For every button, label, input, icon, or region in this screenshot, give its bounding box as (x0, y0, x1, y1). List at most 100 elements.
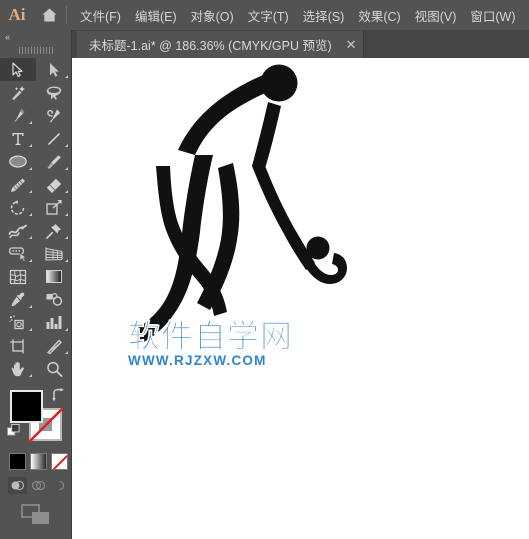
draw-behind-icon (31, 480, 46, 491)
flyout-indicator-icon (29, 144, 32, 147)
menu-item-window[interactable]: 窗口(W) (463, 3, 522, 28)
color-mode-buttons (0, 448, 71, 470)
draw-inside-mode[interactable] (50, 477, 69, 494)
tool-pencil[interactable] (0, 173, 36, 196)
menu-item-effect[interactable]: 效果(C) (351, 3, 407, 28)
tool-shape-builder[interactable] (0, 242, 36, 265)
artboard-icon (10, 338, 24, 353)
flyout-indicator-icon (65, 236, 68, 239)
document-tab-bar: 未标题-1.ai* @ 186.36% (CMYK/GPU 预览) ✕ (72, 30, 529, 58)
flyout-indicator-icon (29, 167, 32, 170)
flyout-indicator-icon (29, 305, 32, 308)
type-t-icon (12, 132, 24, 145)
flyout-indicator-icon (65, 259, 68, 262)
tool-gradient[interactable] (36, 265, 72, 288)
flyout-indicator-icon (65, 167, 68, 170)
tool-line-segment[interactable] (36, 127, 72, 150)
drawing-mode-buttons (0, 470, 71, 494)
flyout-indicator-icon (65, 351, 68, 354)
tool-selection[interactable] (0, 58, 36, 81)
close-icon[interactable]: ✕ (346, 38, 357, 51)
flyout-indicator-icon (65, 190, 68, 193)
symbol-sprayer-icon (9, 315, 24, 329)
panel-drag-grip[interactable] (0, 44, 71, 56)
tool-artboard[interactable] (0, 334, 36, 357)
menu-item-object[interactable]: 对象(O) (184, 3, 241, 28)
scale-icon (46, 199, 62, 215)
field-hockey-player-pictogram[interactable] (72, 58, 529, 539)
rotate-icon (10, 199, 25, 215)
document-tab[interactable]: 未标题-1.ai* @ 186.36% (CMYK/GPU 预览) ✕ (77, 31, 364, 58)
swap-fill-stroke-icon[interactable] (51, 388, 65, 402)
pen-icon (13, 108, 25, 122)
tool-pen[interactable] (0, 104, 36, 127)
menu-bar: Ai 文件(F) 编辑(E) 对象(O) 文字(T) 选择(S) 效果(C) 视… (0, 0, 529, 30)
tool-column-graph[interactable] (36, 311, 72, 334)
draw-normal-icon (11, 480, 25, 491)
menu-item-type[interactable]: 文字(T) (241, 3, 296, 28)
menu-divider (66, 6, 67, 24)
fill-swatch[interactable] (10, 390, 43, 423)
perspective-grid-icon (45, 247, 63, 260)
collapse-panel-button[interactable]: « (0, 30, 71, 44)
fill-stroke-controls (0, 386, 71, 448)
curvature-icon (47, 109, 61, 122)
tool-paintbrush[interactable] (36, 150, 72, 173)
menu-item-select[interactable]: 选择(S) (296, 3, 352, 28)
menu-item-file[interactable]: 文件(F) (73, 3, 128, 28)
paintbrush-icon (47, 154, 61, 169)
default-fill-stroke-icon[interactable] (7, 424, 20, 437)
eyedropper-icon (11, 292, 25, 306)
tool-direct-selection[interactable] (36, 58, 72, 81)
blend-icon (46, 292, 63, 306)
lasso-icon (46, 86, 62, 100)
hand-icon (11, 361, 24, 376)
bar-graph-icon (46, 316, 62, 329)
tool-eraser[interactable] (36, 173, 72, 196)
pushpin-icon (46, 223, 61, 239)
tool-zoom[interactable] (36, 357, 72, 380)
tool-slice[interactable] (36, 334, 72, 357)
tool-type[interactable] (0, 127, 36, 150)
tools-panel: « (0, 30, 72, 539)
tool-eyedropper[interactable] (0, 288, 36, 311)
document-canvas[interactable]: 软件自学网 WWW.RJZXW.COM (72, 58, 529, 539)
tool-ellipse[interactable] (0, 150, 36, 173)
change-screen-mode-button[interactable] (0, 494, 71, 526)
tool-warp[interactable] (0, 219, 36, 242)
tool-rotate[interactable] (0, 196, 36, 219)
draw-normal-mode[interactable] (8, 477, 27, 494)
ai-logo: Ai (8, 5, 26, 24)
menu-item-view[interactable]: 视图(V) (408, 3, 464, 28)
flyout-indicator-icon (29, 236, 32, 239)
color-mode-none[interactable] (51, 453, 68, 470)
tool-curvature[interactable] (36, 104, 72, 127)
tool-perspective-grid[interactable] (36, 242, 72, 265)
tool-magic-wand[interactable] (0, 81, 36, 104)
flyout-indicator-icon (65, 328, 68, 331)
tool-blend[interactable] (36, 288, 72, 311)
grip-lines-icon (18, 46, 53, 54)
flyout-indicator-icon (29, 213, 32, 216)
flyout-indicator-icon (29, 121, 32, 124)
tool-free-transform[interactable] (36, 219, 72, 242)
tool-hand[interactable] (0, 357, 36, 380)
home-icon[interactable] (34, 7, 64, 23)
color-mode-gradient[interactable] (30, 453, 47, 470)
warp-icon (8, 224, 27, 238)
mesh-icon (9, 269, 27, 284)
pencil-icon (11, 178, 25, 192)
color-mode-solid[interactable] (9, 453, 26, 470)
flyout-indicator-icon (29, 374, 32, 377)
arrow-solid-icon (12, 61, 23, 77)
flyout-indicator-icon (65, 213, 68, 216)
flyout-indicator-icon (65, 144, 68, 147)
tool-symbol-sprayer[interactable] (0, 311, 36, 334)
gradient-icon (46, 270, 62, 283)
menu-item-edit[interactable]: 编辑(E) (128, 3, 184, 28)
tool-lasso[interactable] (36, 81, 72, 104)
draw-inside-icon (59, 480, 65, 491)
tool-mesh[interactable] (0, 265, 36, 288)
draw-behind-mode[interactable] (29, 477, 48, 494)
tool-scale[interactable] (36, 196, 72, 219)
